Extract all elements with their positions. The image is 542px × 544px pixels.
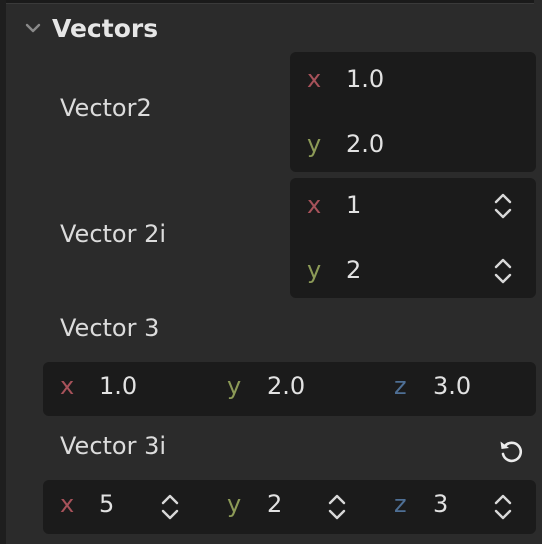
- vector3-z-input[interactable]: 3.0: [433, 372, 471, 400]
- vector3-x-input[interactable]: 1.0: [99, 372, 137, 400]
- vector2i-label: Vector 2i: [60, 220, 167, 248]
- vector3-y-input[interactable]: 2.0: [267, 372, 305, 400]
- y-axis-label: y: [227, 490, 242, 518]
- vector3-field: x 1.0 y 2.0 z 3.0: [43, 362, 536, 416]
- vector3i-y-input[interactable]: 2: [267, 490, 282, 518]
- vector2i-x-input[interactable]: 1: [346, 191, 361, 219]
- vector3i-z-input[interactable]: 3: [433, 490, 448, 518]
- y-axis-label: y: [307, 130, 322, 158]
- up-down-chevron-icon[interactable]: [492, 255, 514, 287]
- vector2i-field: x 1 y 2: [290, 178, 536, 298]
- vectors-section-header[interactable]: Vectors: [22, 10, 158, 46]
- z-axis-label: z: [394, 490, 407, 518]
- x-axis-label: x: [307, 191, 322, 219]
- x-axis-label: x: [60, 490, 75, 518]
- vector3-label: Vector 3: [60, 314, 160, 342]
- y-axis-label: y: [227, 372, 242, 400]
- up-down-chevron-icon[interactable]: [326, 491, 348, 523]
- y-axis-label: y: [307, 256, 322, 284]
- z-axis-label: z: [394, 372, 407, 400]
- x-axis-label: x: [307, 65, 322, 93]
- vector3i-field: x 5 y 2 z 3: [43, 480, 536, 534]
- previous-section-bar: [6, 0, 534, 4]
- panel-edge: [0, 0, 6, 544]
- vector2-label: Vector2: [60, 94, 152, 122]
- chevron-down-icon[interactable]: [22, 17, 44, 39]
- vector3i-label: Vector 3i: [60, 432, 167, 460]
- up-down-chevron-icon[interactable]: [159, 491, 181, 523]
- vector2i-y-input[interactable]: 2: [346, 256, 361, 284]
- section-title: Vectors: [52, 13, 159, 43]
- x-axis-label: x: [60, 372, 75, 400]
- up-down-chevron-icon[interactable]: [492, 491, 514, 523]
- vector2-x-input[interactable]: 1.0: [346, 65, 384, 93]
- vector2-y-input[interactable]: 2.0: [346, 130, 384, 158]
- up-down-chevron-icon[interactable]: [492, 190, 514, 222]
- reset-icon[interactable]: [496, 436, 526, 466]
- vector3i-x-input[interactable]: 5: [99, 490, 114, 518]
- vector2-field: x 1.0 y 2.0: [290, 52, 536, 172]
